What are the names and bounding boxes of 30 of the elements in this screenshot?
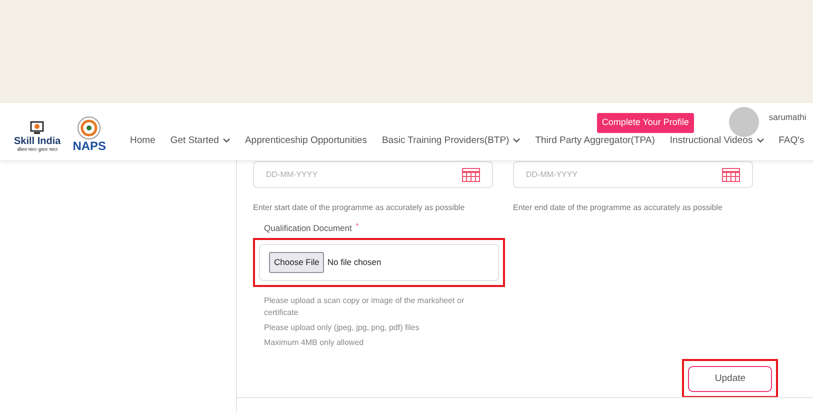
choose-file-button[interactable]: Choose File [269,252,324,273]
skill-india-logo-text: Skill India [14,136,61,146]
upload-hint: Please upload only (jpeg, jpg, png, pdf) files [264,322,420,334]
update-button[interactable]: Update [688,366,772,392]
circle-emblem-icon [77,116,102,140]
date-placeholder: DD-MM-YYYY [526,168,578,180]
nav-link[interactable]: Third Party Aggregator(TPA) [535,134,655,148]
upload-hint: Maximum 4MB only allowed [264,336,365,349]
calendar-icon[interactable] [462,168,480,182]
date-hint: Enter end date of the programme as accurately as possible [513,202,724,214]
upload-hint: Please upload a scan copy or image of the marksheet or certificate [264,294,466,319]
naps-logo-text: NAPS [72,140,106,152]
nav-link[interactable]: FAQ's [778,134,804,148]
file-status: No file chosen [327,256,382,269]
file-upload-field[interactable]: Choose File No file chosen [259,244,499,281]
date-placeholder: DD-MM-YYYY [266,168,318,180]
chevron-down-icon [222,138,230,144]
complete-profile-button[interactable]: Complete Your Profile [596,113,694,132]
nav-link[interactable]: Basic Training Providers(BTP) [382,134,520,148]
qualification-label: Qualification Document [264,222,352,235]
nav-link[interactable]: Get Started [170,134,230,148]
nav-link[interactable]: Home [130,134,156,148]
date-hint: Enter start date of the programme as accurately as possible [253,202,466,214]
computer-logo-icon [30,120,44,134]
chevron-down-icon [513,138,520,144]
nav-link[interactable]: Instructional Videos [670,134,764,148]
chevron-down-icon [756,138,764,144]
calendar-icon[interactable] [722,168,740,182]
nav-link[interactable]: Apprenticeship Opportunities [244,134,367,148]
username: sarumathi [768,111,806,124]
